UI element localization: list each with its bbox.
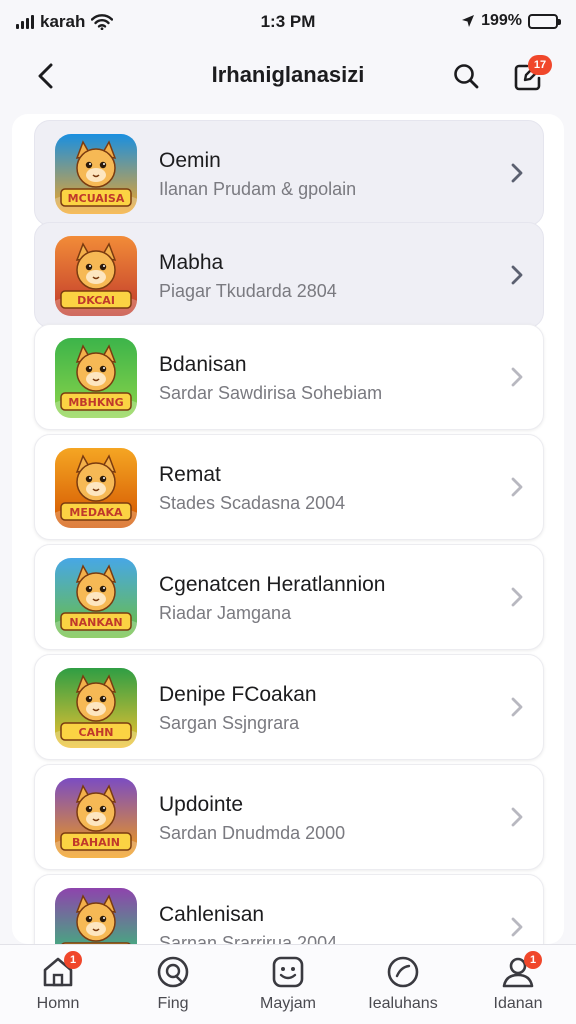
list-item-subtitle: Sargan Ssjngrara bbox=[159, 713, 300, 733]
tab-profile-label: Idanan bbox=[493, 995, 543, 1012]
list-item[interactable]: DKCAI Mabha Piagar Tkudarda 2804 bbox=[34, 222, 544, 328]
app-icon: NANKAN bbox=[55, 558, 137, 638]
list-item[interactable]: MBHKNG Bdanisan Sardar Sawdirisa Sohebiam bbox=[34, 324, 544, 430]
chevron-right-icon bbox=[505, 363, 529, 391]
tab-activity[interactable]: Iealuhans bbox=[345, 955, 461, 1019]
list-item-subtitle: Stades Scadasna 2004 bbox=[159, 493, 346, 513]
app-icon-label: MCUAISA bbox=[68, 192, 125, 205]
list-item-title: Mabha bbox=[159, 251, 224, 274]
app-icon-label: NANKAN bbox=[69, 616, 122, 629]
search-icon bbox=[454, 64, 479, 89]
page-title: Irhaniglanasizi bbox=[211, 62, 365, 87]
notification-badge: 17 bbox=[528, 55, 552, 75]
navigation-bar: Irhaniglanasizi 17 bbox=[0, 44, 576, 110]
battery-percent: 199% bbox=[481, 12, 522, 29]
app-icon-label: MBHKNG bbox=[68, 396, 123, 409]
tab-profile-badge: 1 bbox=[524, 951, 542, 969]
compose-button[interactable]: 17 bbox=[508, 55, 552, 96]
tab-discover-label: Fing bbox=[157, 995, 189, 1012]
app-list-container: MCUAISA Oemin Ilanan Prudam & gpolain DKCAI… bbox=[12, 114, 564, 944]
chevron-right-icon bbox=[505, 803, 529, 831]
tab-activity-label: Iealuhans bbox=[368, 995, 438, 1012]
tab-home[interactable]: 1 Homn bbox=[0, 951, 116, 1019]
tab-discover[interactable]: Fing bbox=[115, 955, 231, 1019]
list-item-title: Remat bbox=[159, 463, 221, 486]
list-item-subtitle: Sarnan Srarrirua 2004 bbox=[159, 933, 338, 944]
list-item-title: Bdanisan bbox=[159, 353, 247, 376]
list-item-title: Updointe bbox=[159, 793, 244, 816]
list-item[interactable]: KANAR Cahlenisan Sarnan Srarrirua 2004 bbox=[34, 874, 544, 944]
chevron-right-icon bbox=[505, 913, 529, 941]
list-item-subtitle: Riadar Jamgana bbox=[159, 603, 292, 623]
app-icon-label: DKCAI bbox=[77, 294, 115, 307]
list-item-title: Cahlenisan bbox=[159, 903, 265, 926]
discover-icon bbox=[157, 956, 189, 988]
app-icon: MEDAKA bbox=[55, 448, 137, 528]
status-right: 199% bbox=[461, 12, 561, 30]
list-item[interactable]: NANKAN Cgenatcen Heratlannion Riadar Jamga… bbox=[34, 544, 544, 650]
list-item-subtitle: Sardar Sawdirisa Sohebiam bbox=[159, 383, 383, 403]
tab-home-label: Homn bbox=[36, 995, 80, 1012]
tab-smiley-label: Mayjam bbox=[259, 995, 316, 1012]
tab-home-badge: 1 bbox=[64, 951, 82, 969]
app-icon-label: CAHN bbox=[79, 726, 114, 739]
tab-profile[interactable]: 1 Idanan bbox=[460, 951, 576, 1019]
app-icon: DKCAI bbox=[55, 236, 137, 316]
chevron-right-icon bbox=[505, 583, 529, 611]
location-arrow-icon bbox=[462, 15, 475, 27]
app-icon: BAHAIN bbox=[55, 778, 137, 858]
list-item[interactable]: BAHAIN Updointe Sardan Dnudmda 2000 bbox=[34, 764, 544, 870]
clock-icon bbox=[387, 956, 419, 988]
app-icon: MCUAISA bbox=[55, 134, 137, 214]
list-item-subtitle: Sardan Dnudmda 2000 bbox=[159, 823, 346, 843]
tab-bar: 1 Homn Fing Mayjam Iealuhans 1 Idanan bbox=[0, 944, 576, 1024]
chevron-right-icon bbox=[505, 261, 529, 289]
list-item-title: Denipe FCoakan bbox=[159, 683, 317, 706]
app-icon-label: BAHAIN bbox=[72, 836, 120, 849]
list-item-title: Cgenatcen Heratlannion bbox=[159, 573, 386, 596]
chevron-right-icon bbox=[505, 473, 529, 501]
search-button[interactable] bbox=[448, 58, 484, 94]
list-item[interactable]: MEDAKA Remat Stades Scadasna 2004 bbox=[34, 434, 544, 540]
list-item[interactable]: CAHN Denipe FCoakan Sargan Ssjngrara bbox=[34, 654, 544, 760]
list-item-subtitle: Ilanan Prudam & gpolain bbox=[159, 179, 357, 199]
app-icon-label: MEDAKA bbox=[69, 506, 123, 519]
app-icon: MBHKNG bbox=[55, 338, 137, 418]
list-item-title: Oemin bbox=[159, 149, 221, 172]
smiley-icon bbox=[272, 956, 304, 988]
chevron-right-icon bbox=[505, 159, 529, 187]
app-icon: KANAR bbox=[55, 888, 137, 944]
status-bar: karah 1:3 PM 199% bbox=[0, 0, 576, 44]
app-screen: karah 1:3 PM 199% Irhaniglanasizi 17 MCU… bbox=[0, 0, 576, 1024]
battery-icon bbox=[528, 13, 561, 29]
tab-smiley[interactable]: Mayjam bbox=[230, 955, 346, 1019]
list-item-subtitle: Piagar Tkudarda 2804 bbox=[159, 281, 337, 301]
list-item[interactable]: MCUAISA Oemin Ilanan Prudam & gpolain bbox=[34, 120, 544, 226]
chevron-right-icon bbox=[505, 693, 529, 721]
app-icon: CAHN bbox=[55, 668, 137, 748]
